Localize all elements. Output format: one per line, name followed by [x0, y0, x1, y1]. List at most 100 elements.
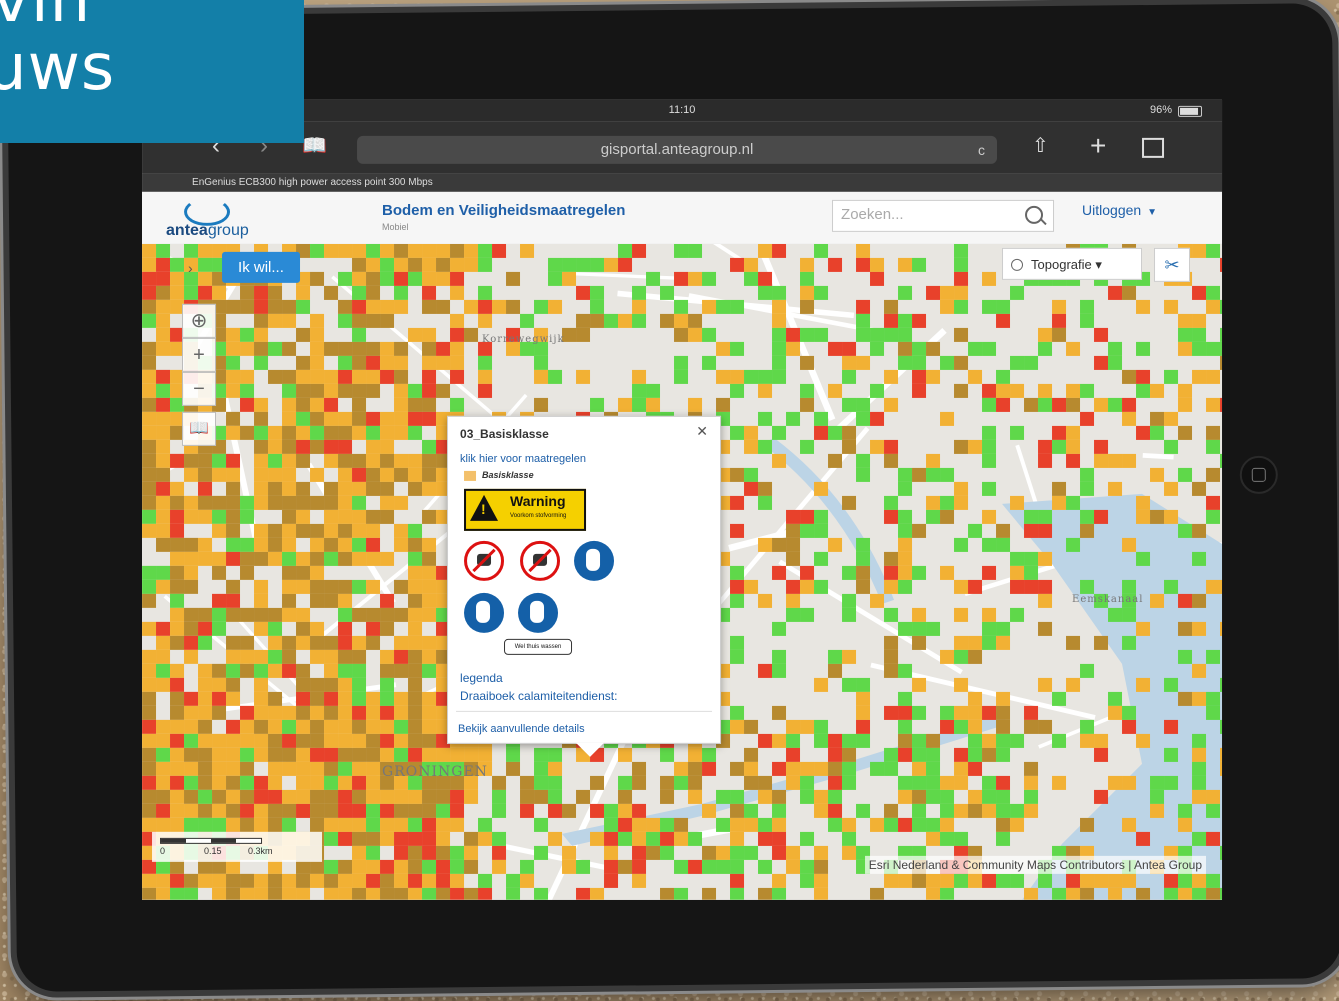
- soil-class-cell: [772, 565, 787, 580]
- soil-class-cell: [926, 509, 941, 524]
- soil-class-cell: [744, 271, 759, 286]
- browser-toolbar: ‹ › 📖 gisportal.anteagroup.nl c ⇧ +: [142, 121, 1223, 174]
- soil-class-cell: [772, 537, 787, 552]
- soil-class-cell: [198, 677, 213, 692]
- soil-class-cell: [898, 705, 913, 720]
- close-icon[interactable]: ✕: [696, 423, 708, 440]
- soil-class-cell: [828, 537, 843, 552]
- soil-class-cell: [520, 873, 535, 888]
- soil-class-cell: [254, 397, 269, 412]
- zoom-out-button[interactable]: −: [182, 371, 217, 406]
- soil-class-cell: [632, 243, 647, 258]
- soil-class-cell: [744, 845, 759, 860]
- soil-class-cell: [226, 579, 241, 594]
- soil-class-cell: [338, 887, 353, 900]
- bookmarks-icon[interactable]: 📖: [302, 132, 327, 160]
- book-icon[interactable]: 📖: [182, 411, 217, 446]
- soil-class-cell: [254, 803, 269, 818]
- soil-class-cell: [296, 509, 311, 524]
- soil-class-cell: [366, 607, 381, 622]
- soil-class-cell: [338, 649, 353, 664]
- soil-class-cell: [198, 621, 213, 636]
- soil-class-cell: [240, 649, 255, 664]
- tools-icon[interactable]: ✂: [1154, 247, 1191, 282]
- app-subtitle: Mobiel: [382, 221, 409, 232]
- antea-logo: anteagroup: [166, 197, 249, 242]
- soil-class-cell: [856, 467, 871, 482]
- soil-class-cell: [1010, 873, 1025, 888]
- soil-class-cell: [884, 327, 899, 342]
- soil-class-cell: [254, 747, 269, 762]
- soil-class-cell: [898, 719, 913, 734]
- soil-class-cell: [450, 285, 465, 300]
- bookmark-item[interactable]: EnGenius ECB300 high power access point …: [192, 177, 433, 188]
- soil-class-cell: [254, 663, 269, 678]
- soil-class-cell: [548, 831, 563, 846]
- soil-class-cell: [1164, 481, 1179, 496]
- details-link[interactable]: Bekijk aanvullende details: [458, 723, 585, 735]
- soil-class-cell: [982, 481, 997, 496]
- draaiboek-link[interactable]: Draaiboek calamiteitendienst:: [460, 689, 617, 703]
- soil-class-cell: [786, 719, 801, 734]
- maatregelen-link[interactable]: klik hier voor maatregelen: [460, 453, 586, 465]
- soil-class-cell: [856, 719, 871, 734]
- soil-class-cell: [702, 859, 717, 874]
- soil-class-cell: [226, 887, 241, 900]
- home-button[interactable]: [1239, 455, 1278, 495]
- soil-class-cell: [856, 537, 871, 552]
- soil-class-cell: [212, 691, 227, 706]
- soil-class-cell: [968, 635, 983, 650]
- soil-class-cell: [240, 369, 255, 384]
- soil-class-cell: [982, 789, 997, 804]
- soil-class-cell: [226, 299, 241, 314]
- soil-class-cell: [464, 887, 479, 900]
- soil-class-cell: [240, 607, 255, 622]
- soil-class-cell: [254, 621, 269, 636]
- map-view[interactable]: Korrewegwijk Eemskanaal GRONINGEN › Ik w…: [142, 243, 1223, 900]
- soil-class-cell: [324, 579, 339, 594]
- soil-class-cell: [198, 747, 213, 762]
- soil-class-cell: [142, 663, 157, 678]
- bookmark-bar[interactable]: EnGenius ECB300 high power access point …: [142, 173, 1223, 192]
- soil-class-cell: [254, 705, 269, 720]
- locate-icon[interactable]: ⊕: [182, 303, 217, 338]
- soil-class-cell: [1192, 775, 1207, 790]
- soil-class-cell: [1080, 509, 1095, 524]
- soil-class-cell: [1206, 803, 1221, 818]
- soil-class-cell: [394, 719, 409, 734]
- zoom-in-button[interactable]: +: [182, 337, 217, 372]
- search-icon[interactable]: [1025, 205, 1044, 224]
- soil-class-cell: [282, 817, 297, 832]
- soil-class-cell: [142, 285, 157, 300]
- share-icon[interactable]: ⇧: [1032, 132, 1049, 160]
- reload-icon[interactable]: c: [978, 136, 985, 164]
- layer-select[interactable]: Topografie ▾: [1002, 247, 1143, 280]
- soil-class-cell: [674, 369, 689, 384]
- expand-panel-icon[interactable]: ›: [188, 260, 193, 276]
- soil-class-cell: [198, 271, 213, 286]
- soil-class-cell: [800, 831, 815, 846]
- new-tab-icon[interactable]: +: [1090, 130, 1106, 161]
- soil-class-cell: [268, 663, 283, 678]
- soil-class-cell: [842, 831, 857, 846]
- ik-wil-button[interactable]: Ik wil...: [222, 251, 300, 283]
- soil-class-cell: [884, 579, 899, 594]
- soil-class-cell: [702, 747, 717, 762]
- url-bar[interactable]: gisportal.anteagroup.nl c: [357, 135, 998, 164]
- soil-class-cell: [856, 257, 871, 272]
- soil-class-cell: [940, 789, 955, 804]
- soil-class-cell: [1178, 691, 1193, 706]
- soil-class-cell: [296, 873, 311, 888]
- search-input[interactable]: Zoeken...: [832, 199, 1055, 232]
- logout-menu[interactable]: Uitloggen ▼: [1082, 202, 1157, 218]
- soil-class-cell: [1122, 775, 1137, 790]
- soil-class-cell: [968, 341, 983, 356]
- soil-class-cell: [1220, 355, 1223, 370]
- soil-class-cell: [240, 733, 255, 748]
- legenda-link[interactable]: legenda: [460, 671, 503, 685]
- soil-class-cell: [534, 817, 549, 832]
- soil-class-cell: [856, 355, 871, 370]
- soil-class-cell: [394, 607, 409, 622]
- tabs-icon[interactable]: [1142, 137, 1165, 158]
- soil-class-cell: [226, 747, 241, 762]
